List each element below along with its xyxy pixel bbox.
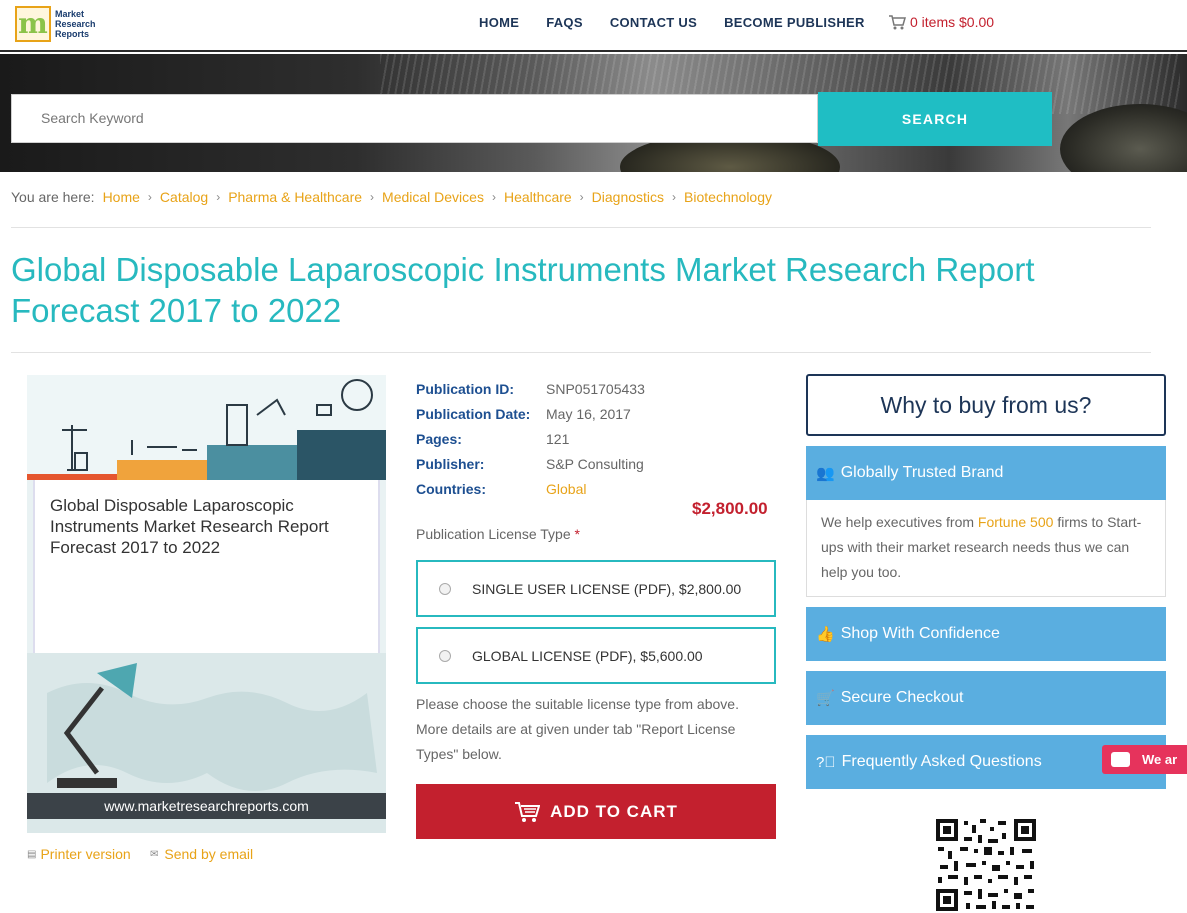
nav-home[interactable]: HOME xyxy=(479,15,519,30)
radio-button[interactable] xyxy=(439,582,451,595)
chat-bubble-icon xyxy=(1111,752,1130,767)
meta-key: Publisher: xyxy=(416,455,485,472)
breadcrumb-diagnostics[interactable]: Diagnostics xyxy=(592,189,664,205)
report-cover-image: Global Disposable Laparoscopic Instrumen… xyxy=(27,375,386,833)
site-logo[interactable]: m Market Research Reports xyxy=(15,4,100,44)
faq-label: Frequently Asked Questions xyxy=(841,753,1042,770)
logo-line: Reports xyxy=(55,29,90,39)
pages-value: 121 xyxy=(546,430,570,447)
license-option-single[interactable]: SINGLE USER LICENSE (PDF), $2,800.00 xyxy=(416,560,776,617)
chevron-right-icon: › xyxy=(579,190,584,204)
cart-icon: 🛒 xyxy=(816,690,835,707)
chat-label: We ar xyxy=(1142,752,1178,767)
required-marker: * xyxy=(574,526,580,542)
meta-key: Countries: xyxy=(416,480,486,497)
cover-url: www.marketresearchreports.com xyxy=(27,793,386,819)
logo-line: Market xyxy=(55,9,85,19)
add-to-cart-label: ADD TO CART xyxy=(550,801,678,821)
cart-icon xyxy=(889,15,906,30)
license-type-text: Publication License Type xyxy=(416,526,571,542)
meta-key: Publication ID: xyxy=(416,380,514,397)
countries-link[interactable]: Global xyxy=(546,481,586,497)
hero-eye-decoration xyxy=(1060,104,1187,172)
chevron-right-icon: › xyxy=(491,190,496,204)
send-by-email-label: Send by email xyxy=(164,846,254,862)
main-nav: HOME FAQS CONTACT US BECOME PUBLISHER xyxy=(479,15,892,30)
license-note: Please choose the suitable license type … xyxy=(416,696,739,762)
page-title: Global Disposable Laparoscopic Instrumen… xyxy=(11,251,1035,329)
trusted-brand-text: We help executives from Fortune 500 firm… xyxy=(806,500,1166,597)
users-icon: 👥 xyxy=(816,465,835,482)
send-by-email-link[interactable]: ✉ Send by email xyxy=(150,846,253,862)
secure-checkout[interactable]: 🛒 Secure Checkout xyxy=(806,671,1166,725)
divider xyxy=(11,227,1151,228)
meta-row: Publication Date: May 16, 2017 xyxy=(416,401,645,426)
top-header: m Market Research Reports HOME FAQS CONT… xyxy=(0,0,1187,52)
meta-row: Countries: Global xyxy=(416,476,645,501)
shop-with-confidence-label: Shop With Confidence xyxy=(840,625,1000,642)
trusted-text-part: We help executives from xyxy=(821,514,975,530)
cart-icon xyxy=(515,801,541,822)
breadcrumb-healthcare[interactable]: Healthcare xyxy=(504,189,572,205)
cover-title: Global Disposable Laparoscopic Instrumen… xyxy=(50,496,329,557)
license-option-global[interactable]: GLOBAL LICENSE (PDF), $5,600.00 xyxy=(416,627,776,684)
publication-id-value: SNP051705433 xyxy=(546,380,645,397)
meta-key: Publication Date: xyxy=(416,405,531,422)
printer-version-label: Printer version xyxy=(40,846,131,862)
nav-become-publisher[interactable]: BECOME PUBLISHER xyxy=(724,15,865,30)
breadcrumb-medical-devices[interactable]: Medical Devices xyxy=(382,189,484,205)
meta-row: Publication ID: SNP051705433 xyxy=(416,376,645,401)
breadcrumb-home[interactable]: Home xyxy=(103,189,140,205)
cart-summary[interactable]: 0 items $0.00 xyxy=(888,14,994,30)
cover-illustration xyxy=(27,375,386,480)
license-option-label: SINGLE USER LICENSE (PDF), $2,800.00 xyxy=(472,580,742,597)
breadcrumb-pharma[interactable]: Pharma & Healthcare xyxy=(228,189,362,205)
breadcrumb-label: You are here: xyxy=(11,189,95,205)
add-to-cart-button[interactable]: ADD TO CART xyxy=(416,784,776,839)
license-option-label: GLOBAL LICENSE (PDF), $5,600.00 xyxy=(472,647,703,664)
logo-mark-icon: m xyxy=(15,6,51,42)
globally-trusted-brand[interactable]: 👥 Globally Trusted Brand xyxy=(806,446,1166,500)
nav-contact-us[interactable]: CONTACT US xyxy=(610,15,697,30)
nav-faqs[interactable]: FAQS xyxy=(546,15,583,30)
globally-trusted-label: Globally Trusted Brand xyxy=(840,464,1004,481)
cart-text: 0 items $0.00 xyxy=(910,14,995,30)
breadcrumb: You are here: Home › Catalog › Pharma & … xyxy=(11,189,772,205)
why-buy-heading: Why to buy from us? xyxy=(806,374,1166,436)
secure-checkout-label: Secure Checkout xyxy=(840,689,964,706)
license-type-label: Publication License Type * xyxy=(416,526,580,542)
breadcrumb-catalog[interactable]: Catalog xyxy=(160,189,208,205)
industry-illustration-icon xyxy=(27,379,386,480)
divider xyxy=(11,352,1151,353)
meta-row: Publisher: S&P Consulting xyxy=(416,451,645,476)
breadcrumb-biotechnology[interactable]: Biotechnology xyxy=(684,189,772,205)
publisher-value: S&P Consulting xyxy=(546,455,644,472)
shop-with-confidence[interactable]: 👍 Shop With Confidence xyxy=(806,607,1166,661)
publication-details: Publication ID: SNP051705433 Publication… xyxy=(416,376,645,501)
email-icon: ✉ xyxy=(150,848,159,860)
price: $2,800.00 xyxy=(692,499,768,518)
chevron-right-icon: › xyxy=(370,190,375,204)
chevron-right-icon: › xyxy=(672,190,677,204)
publication-date-value: May 16, 2017 xyxy=(546,405,631,422)
search-input[interactable]: Search Keyword xyxy=(11,94,818,143)
radio-button[interactable] xyxy=(439,649,451,662)
qr-code-icon xyxy=(934,817,1038,913)
meta-row: Pages: 121 xyxy=(416,426,645,451)
meta-key: Pages: xyxy=(416,430,462,447)
logo-text: Market Research Reports xyxy=(55,9,96,39)
chevron-right-icon: › xyxy=(147,190,152,204)
printer-version-link[interactable]: ▤ Printer version xyxy=(27,846,131,862)
question-circle-icon: ?⃝ xyxy=(816,753,836,771)
logo-line: Research xyxy=(55,19,96,29)
thumbs-up-icon: 👍 xyxy=(816,626,835,643)
printer-icon: ▤ xyxy=(27,848,37,860)
search-button[interactable]: SEARCH xyxy=(818,92,1052,146)
chevron-right-icon: › xyxy=(216,190,221,204)
chat-widget[interactable]: We ar xyxy=(1102,745,1187,774)
fortune-500-highlight: Fortune 500 xyxy=(977,514,1054,530)
